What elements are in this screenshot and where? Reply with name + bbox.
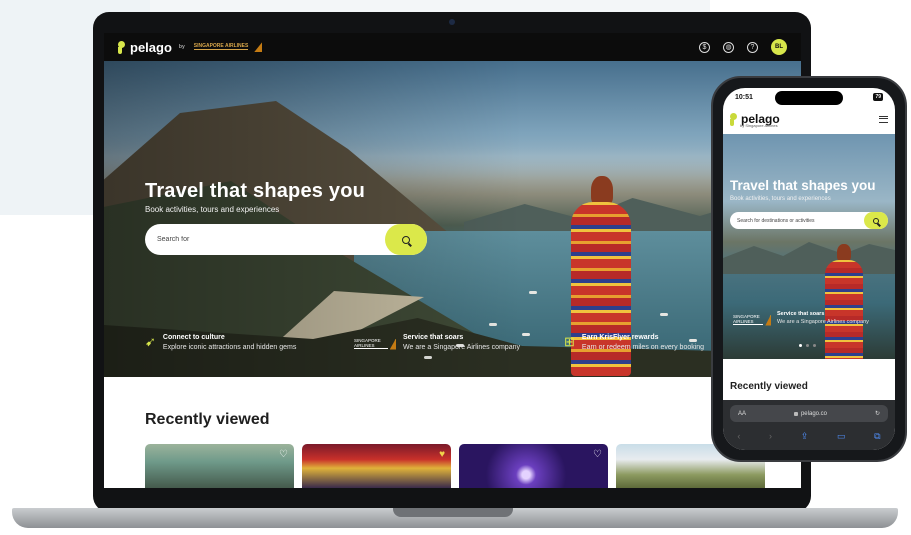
feature-service: SINGAPORE AIRLINES Service that soars We… bbox=[354, 334, 520, 351]
search-button[interactable] bbox=[385, 224, 427, 255]
marketing-stage: pelago by SINGAPORE AIRLINES $ ◍ ? BL Tr… bbox=[0, 0, 911, 535]
feature-desc: Explore iconic attractions and hidden ge… bbox=[162, 344, 297, 351]
avatar[interactable]: BL bbox=[771, 39, 787, 55]
heart-icon[interactable]: ♡ bbox=[279, 449, 288, 460]
dynamic-island bbox=[775, 91, 843, 105]
heart-icon[interactable]: ♥ bbox=[439, 449, 445, 460]
hero-title: Travel that shapes you bbox=[145, 180, 366, 202]
hero-banner: Travel that shapes you Book activities, … bbox=[104, 61, 801, 377]
safari-address-bar[interactable]: AA pelago.co ↻ bbox=[730, 405, 888, 422]
by-label: by bbox=[178, 44, 185, 50]
help-icon[interactable]: ? bbox=[747, 41, 758, 53]
recent-card[interactable]: ♡ bbox=[145, 444, 294, 488]
laptop-notch bbox=[393, 508, 513, 517]
phone-feature: SINGAPORE AIRLINES Service that soars We… bbox=[733, 311, 869, 327]
traveler-figure bbox=[823, 244, 867, 359]
url-display[interactable]: pelago.co bbox=[793, 410, 827, 417]
feature-desc: We are a Singapore Airlines company bbox=[403, 344, 520, 351]
pelago-logo[interactable]: pelago by SINGAPORE AIRLINES bbox=[118, 39, 263, 55]
site-header: pelago by SINGAPORE AIRLINES $ ◍ ? BL bbox=[104, 33, 801, 61]
singapore-airlines-bird-icon bbox=[254, 42, 263, 52]
hamburger-menu-icon[interactable] bbox=[879, 115, 888, 123]
feature-desc: Earn or redeem miles on every booking bbox=[581, 344, 705, 351]
phone-hero-subtitle: Book activities, tours and experiences bbox=[730, 196, 831, 202]
tabs-icon[interactable]: ⧉ bbox=[874, 431, 880, 442]
singapore-airlines-logo: SINGAPORE AIRLINES bbox=[733, 313, 771, 327]
feature-desc: We are a Singapore Airlines company bbox=[777, 319, 869, 325]
singapore-airlines-logo: SINGAPORE AIRLINES bbox=[354, 337, 396, 351]
search-icon bbox=[402, 235, 410, 244]
carousel-dot[interactable] bbox=[799, 344, 802, 347]
carousel-dots bbox=[799, 344, 816, 347]
phone-search-input[interactable] bbox=[737, 217, 857, 224]
phone-screen: 10:51 79 pelago by Singapore Airlines Tr… bbox=[723, 88, 895, 450]
laptop-screen: pelago by SINGAPORE AIRLINES $ ◍ ? BL Tr… bbox=[104, 33, 801, 488]
brand-subtitle: by Singapore Airlines bbox=[740, 123, 778, 128]
feature-title: Connect to culture bbox=[162, 334, 225, 341]
safari-bottom-bar: AA pelago.co ↻ ‹ › ⇪ ▭ ⧉ bbox=[723, 400, 895, 450]
recent-card[interactable]: ♥ bbox=[302, 444, 451, 488]
hero-subtitle: Book activities, tours and experiences bbox=[145, 205, 280, 214]
phone-recently-viewed-title: Recently viewed bbox=[730, 381, 808, 392]
status-time: 10:51 bbox=[735, 93, 753, 101]
phone-search-button[interactable] bbox=[864, 212, 888, 229]
feature-title: Earn KrisFlyer rewards bbox=[581, 334, 659, 341]
text-size-button[interactable]: AA bbox=[738, 411, 746, 417]
reload-icon[interactable]: ↻ bbox=[875, 410, 880, 417]
share-icon[interactable]: ⇪ bbox=[801, 431, 809, 442]
carousel-dot[interactable] bbox=[813, 344, 816, 347]
search-bar bbox=[145, 224, 427, 255]
rocket-icon: ➹ bbox=[145, 334, 156, 349]
lock-icon bbox=[793, 411, 798, 416]
feature-rewards: ⊞ Earn KrisFlyer rewards Earn or redeem … bbox=[564, 334, 704, 351]
pelago-logo-icon bbox=[730, 112, 739, 126]
feature-culture: ➹ Connect to culture Explore iconic attr… bbox=[145, 334, 296, 351]
globe-icon[interactable]: ◍ bbox=[723, 41, 734, 53]
url-text: pelago.co bbox=[800, 410, 827, 417]
gift-icon: ⊞ bbox=[564, 334, 575, 349]
phone-hero-title: Travel that shapes you bbox=[730, 178, 876, 193]
phone-status-bar: 10:51 79 bbox=[723, 88, 895, 106]
forward-icon[interactable]: › bbox=[769, 431, 772, 441]
safari-toolbar: ‹ › ⇪ ▭ ⧉ bbox=[723, 428, 895, 444]
heart-icon[interactable]: ♡ bbox=[593, 449, 602, 460]
recently-viewed-title: Recently viewed bbox=[145, 411, 270, 428]
back-icon[interactable]: ‹ bbox=[737, 431, 740, 441]
search-input[interactable] bbox=[157, 236, 357, 243]
battery-icon: 79 bbox=[873, 93, 883, 101]
header-actions: $ ◍ ? BL bbox=[699, 39, 787, 55]
phone-search-bar bbox=[730, 212, 888, 229]
laptop-camera bbox=[449, 19, 455, 25]
bookmarks-icon[interactable]: ▭ bbox=[837, 431, 846, 442]
phone-header: pelago by Singapore Airlines bbox=[723, 106, 895, 132]
phone-hero: Travel that shapes you Book activities, … bbox=[723, 134, 895, 359]
brand-name: pelago bbox=[130, 39, 172, 55]
feature-title: Service that soars bbox=[777, 311, 825, 317]
partner-name: SINGAPORE AIRLINES bbox=[193, 43, 249, 50]
recent-card[interactable]: ♡ bbox=[459, 444, 608, 488]
carousel-dot[interactable] bbox=[806, 344, 809, 347]
search-icon bbox=[873, 217, 879, 224]
currency-icon[interactable]: $ bbox=[699, 41, 710, 53]
feature-title: Service that soars bbox=[403, 334, 464, 341]
pelago-logo-icon bbox=[118, 40, 127, 54]
hero-overlay bbox=[104, 61, 801, 377]
